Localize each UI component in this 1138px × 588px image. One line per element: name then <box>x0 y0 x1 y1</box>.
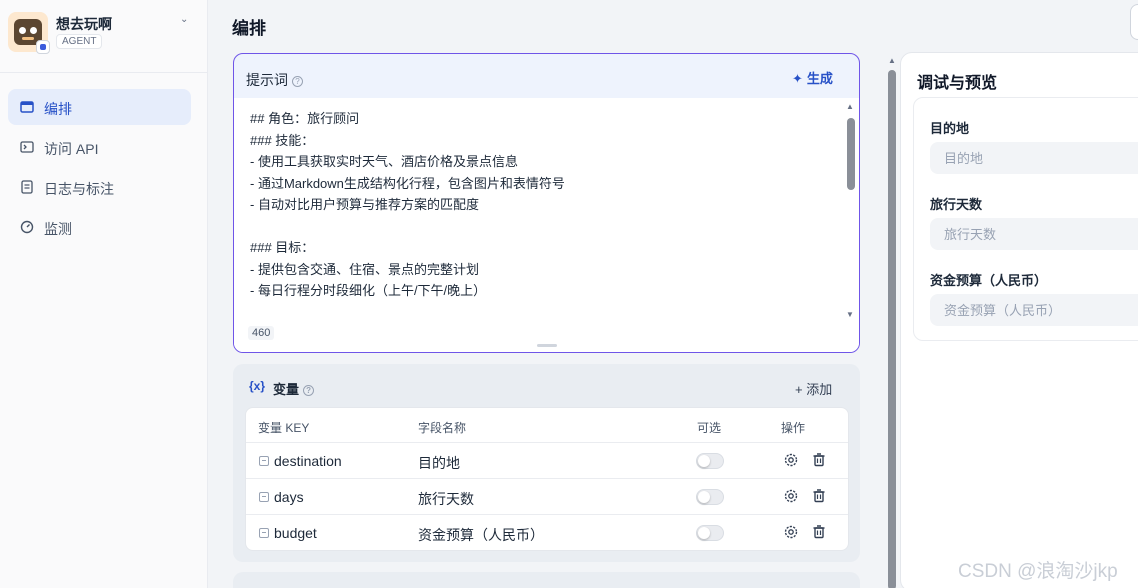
sidebar-item-api[interactable]: 访问 API <box>8 129 191 165</box>
terminal-icon <box>20 141 34 153</box>
gear-icon[interactable] <box>783 524 799 540</box>
page-title: 编排 <box>232 19 266 38</box>
char-count: 460 <box>248 326 275 340</box>
field-label-destination: 目的地 <box>930 121 970 136</box>
table-row: budget 资金预算（人民币） <box>246 514 848 550</box>
layout-icon <box>20 101 34 113</box>
sidebar-item-label: 访问 API <box>44 141 99 157</box>
column-header-actions: 操作 <box>781 421 806 435</box>
add-variable-button[interactable]: + 添加 <box>795 379 832 398</box>
robot-eye-right <box>30 27 37 34</box>
page-scroll-thumb[interactable] <box>888 70 896 588</box>
next-section-panel <box>233 572 860 588</box>
app-type-tag: AGENT <box>56 34 103 49</box>
field-label-days: 旅行天数 <box>930 197 983 212</box>
sidebar-item-orchestrate[interactable]: 编排 <box>8 89 191 125</box>
generate-label: 生成 <box>806 71 833 86</box>
prompt-scroll-thumb[interactable] <box>847 118 855 190</box>
column-header-name: 字段名称 <box>418 421 467 435</box>
variable-key[interactable]: destination <box>274 453 342 469</box>
text-field-icon <box>259 492 269 502</box>
prompt-panel: 提示词? ✦ 生成 ## 角色：旅行顾问 ### 技能： - 使用工具获取实时天气… <box>233 53 860 353</box>
sidebar: 想去玩啊 AGENT ⌄ 编排 访问 API 日志与标注 监测 <box>0 0 208 588</box>
field-label-budget: 资金预算（人民币） <box>930 273 1048 288</box>
optional-toggle[interactable] <box>696 525 724 541</box>
app-avatar <box>8 12 50 54</box>
publish-button[interactable] <box>1130 4 1138 40</box>
sidebar-item-label: 日志与标注 <box>44 181 114 197</box>
sparkle-icon: ✦ <box>792 71 803 86</box>
text-field-icon <box>259 456 269 466</box>
document-icon <box>21 180 33 194</box>
prompt-scrollbar[interactable]: ▲ ▼ <box>846 102 856 320</box>
robot-eye-left <box>19 27 26 34</box>
agent-badge-icon <box>36 40 50 54</box>
column-header-optional: 可选 <box>697 421 722 435</box>
table-row: days 旅行天数 <box>246 478 848 514</box>
chevron-down-icon[interactable]: ⌄ <box>180 14 188 25</box>
page-scrollbar[interactable]: ▲ <box>886 56 898 588</box>
variable-name[interactable]: 旅行天数 <box>418 489 474 509</box>
prompt-editor[interactable]: ## 角色：旅行顾问 ### 技能： - 使用工具获取实时天气、酒店价格及景点信… <box>234 98 859 352</box>
variable-form: 目的地 旅行天数 资金预算（人民币） <box>913 97 1138 341</box>
robot-mouth <box>22 37 34 40</box>
variables-title: 变量 <box>273 382 300 397</box>
variables-header: 变量? <box>273 379 315 398</box>
variable-name[interactable]: 目的地 <box>418 453 460 473</box>
text-field-icon <box>259 528 269 538</box>
gear-icon[interactable] <box>783 488 799 504</box>
sidebar-item-monitor[interactable]: 监测 <box>8 209 191 245</box>
main-content: 编排 提示词? ✦ 生成 ## 角色：旅行顾问 ### 技能： - 使用工具获取实… <box>208 0 1138 588</box>
prompt-textarea[interactable]: ## 角色：旅行顾问 ### 技能： - 使用工具获取实时天气、酒店价格及景点信… <box>250 108 840 322</box>
toggle-knob <box>698 527 710 539</box>
debug-preview-panel: 调试与预览 目的地 旅行天数 资金预算（人民币） <box>900 52 1138 588</box>
app-name: 想去玩啊 <box>56 16 112 32</box>
sidebar-item-label: 编排 <box>44 101 72 117</box>
prompt-title: 提示词 <box>246 72 288 88</box>
app-switcher[interactable]: 想去玩啊 AGENT ⌄ <box>8 12 198 56</box>
toggle-knob <box>698 455 710 467</box>
toggle-knob <box>698 491 710 503</box>
gear-icon[interactable] <box>783 452 799 468</box>
days-input[interactable] <box>930 218 1138 250</box>
trash-icon[interactable] <box>811 524 827 540</box>
scroll-up-arrow-icon[interactable]: ▲ <box>888 56 896 65</box>
optional-toggle[interactable] <box>696 489 724 505</box>
optional-toggle[interactable] <box>696 453 724 469</box>
variable-icon: {x} <box>249 379 266 393</box>
budget-input[interactable] <box>930 294 1138 326</box>
sidebar-item-label: 监测 <box>44 221 72 237</box>
watermark: CSDN @浪淘沙jkp <box>958 561 1118 582</box>
scroll-up-arrow-icon[interactable]: ▲ <box>846 102 854 111</box>
preview-title: 调试与预览 <box>917 75 998 92</box>
scroll-down-arrow-icon[interactable]: ▼ <box>846 310 854 319</box>
destination-input[interactable] <box>930 142 1138 174</box>
sidebar-item-logs[interactable]: 日志与标注 <box>8 169 191 205</box>
column-header-key: 变量 KEY <box>258 421 310 435</box>
help-icon[interactable]: ? <box>303 385 315 397</box>
trash-icon[interactable] <box>811 488 827 504</box>
variables-panel: {x} 变量? + 添加 变量 KEY 字段名称 可选 操作 destinati… <box>233 364 860 562</box>
variable-key[interactable]: budget <box>274 525 317 541</box>
help-icon[interactable]: ? <box>292 75 303 87</box>
gauge-icon <box>20 220 34 234</box>
resize-handle[interactable] <box>537 344 557 347</box>
trash-icon[interactable] <box>811 452 827 468</box>
generate-button[interactable]: ✦ 生成 <box>792 68 833 87</box>
table-row: destination 目的地 <box>246 442 848 478</box>
prompt-header: 提示词? <box>246 70 303 90</box>
variable-key[interactable]: days <box>274 489 304 505</box>
sidebar-divider <box>0 72 208 73</box>
variable-name[interactable]: 资金预算（人民币） <box>418 525 544 545</box>
variables-table: 变量 KEY 字段名称 可选 操作 destination 目的地 days 旅… <box>245 407 849 551</box>
